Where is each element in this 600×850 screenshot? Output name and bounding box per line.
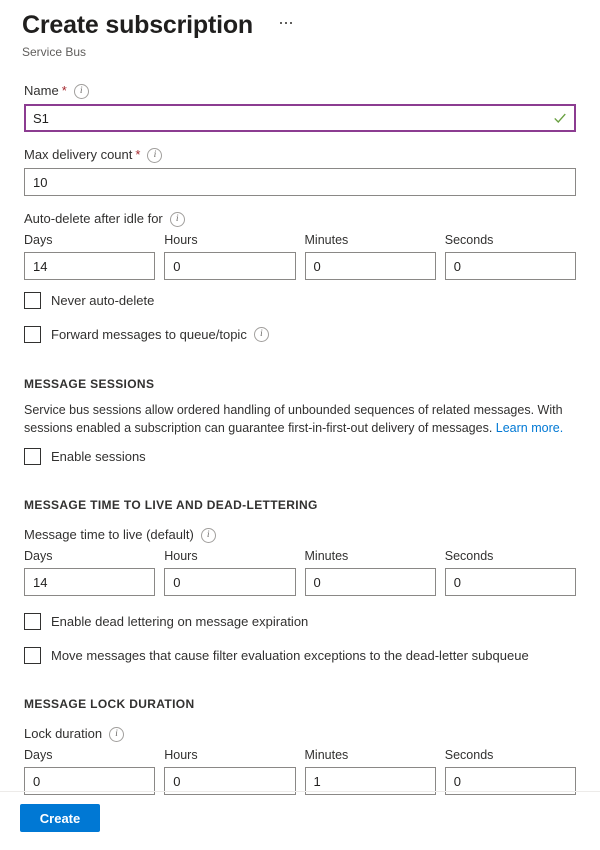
- required-marker: *: [62, 82, 67, 100]
- column-label-seconds: Seconds: [445, 232, 576, 249]
- enable-sessions-checkbox[interactable]: [24, 448, 41, 465]
- lock-hours-col: Hours: [164, 747, 295, 795]
- column-label-hours: Hours: [164, 548, 295, 565]
- max-delivery-count-label-row: Max delivery count *: [24, 146, 576, 164]
- name-input[interactable]: [24, 104, 576, 132]
- ttl-days-col: Days: [24, 548, 155, 596]
- column-label-hours: Hours: [164, 747, 295, 764]
- ellipsis-dot: [280, 22, 282, 24]
- ttl-label: Message time to live (default): [24, 526, 194, 544]
- lock-duration-label-row: Lock duration: [24, 725, 576, 743]
- lock-seconds-col: Seconds: [445, 747, 576, 795]
- filter-exceptions-row[interactable]: Move messages that cause filter evaluati…: [24, 647, 576, 664]
- info-icon[interactable]: [109, 727, 124, 742]
- info-icon[interactable]: [254, 327, 269, 342]
- ellipsis-dot: [290, 22, 292, 24]
- auto-delete-group: Auto-delete after idle for Days Hours Mi…: [24, 210, 576, 280]
- learn-more-link[interactable]: Learn more.: [496, 421, 563, 435]
- filter-exceptions-label: Move messages that cause filter evaluati…: [51, 647, 529, 664]
- column-label-minutes: Minutes: [305, 548, 436, 565]
- max-delivery-count-group: Max delivery count *: [24, 146, 576, 196]
- create-button[interactable]: Create: [20, 804, 100, 832]
- auto-delete-minutes-input[interactable]: [305, 252, 436, 280]
- lock-duration-heading: MESSAGE LOCK DURATION: [24, 697, 576, 711]
- forward-messages-row[interactable]: Forward messages to queue/topic: [24, 326, 576, 343]
- auto-delete-seconds-col: Seconds: [445, 232, 576, 280]
- more-options-icon[interactable]: [275, 14, 297, 32]
- enable-sessions-label: Enable sessions: [51, 448, 146, 465]
- ellipsis-dot: [285, 22, 287, 24]
- column-label-days: Days: [24, 232, 155, 249]
- ttl-days-input[interactable]: [24, 568, 155, 596]
- message-sessions-heading: MESSAGE SESSIONS: [24, 377, 576, 391]
- message-sessions-section: MESSAGE SESSIONS Service bus sessions al…: [24, 377, 576, 465]
- auto-delete-time-grid: Days Hours Minutes Seconds: [24, 232, 576, 280]
- auto-delete-hours-col: Hours: [164, 232, 295, 280]
- auto-delete-hours-input[interactable]: [164, 252, 295, 280]
- auto-delete-label-row: Auto-delete after idle for: [24, 210, 576, 228]
- never-auto-delete-label: Never auto-delete: [51, 292, 154, 309]
- ttl-dead-lettering-section: MESSAGE TIME TO LIVE AND DEAD-LETTERING …: [24, 498, 576, 664]
- info-icon[interactable]: [201, 528, 216, 543]
- ttl-heading: MESSAGE TIME TO LIVE AND DEAD-LETTERING: [24, 498, 576, 512]
- filter-exceptions-checkbox[interactable]: [24, 647, 41, 664]
- required-marker: *: [135, 146, 140, 164]
- ttl-seconds-input[interactable]: [445, 568, 576, 596]
- page-title: Create subscription: [22, 10, 253, 40]
- name-input-wrap: [24, 104, 576, 132]
- name-label-row: Name *: [24, 82, 576, 100]
- lock-duration-group: Lock duration Days Hours Minutes: [24, 725, 576, 795]
- ttl-hours-input[interactable]: [164, 568, 295, 596]
- page-subtitle: Service Bus: [22, 44, 600, 60]
- dead-lettering-expiration-checkbox[interactable]: [24, 613, 41, 630]
- info-icon[interactable]: [170, 212, 185, 227]
- name-label: Name: [24, 82, 59, 100]
- max-delivery-count-label: Max delivery count: [24, 146, 132, 164]
- valid-check-icon: [553, 111, 567, 125]
- never-auto-delete-checkbox[interactable]: [24, 292, 41, 309]
- dead-lettering-expiration-row[interactable]: Enable dead lettering on message expirat…: [24, 613, 576, 630]
- message-lock-duration-section: MESSAGE LOCK DURATION Lock duration Days…: [24, 697, 576, 795]
- blade-header: Create subscription Service Bus: [0, 0, 600, 60]
- column-label-days: Days: [24, 548, 155, 565]
- column-label-seconds: Seconds: [445, 747, 576, 764]
- ttl-time-grid: Days Hours Minutes Seconds: [24, 548, 576, 596]
- auto-delete-label: Auto-delete after idle for: [24, 210, 163, 228]
- lock-days-col: Days: [24, 747, 155, 795]
- forward-messages-label: Forward messages to queue/topic: [51, 326, 247, 343]
- auto-delete-minutes-col: Minutes: [305, 232, 436, 280]
- column-label-seconds: Seconds: [445, 548, 576, 565]
- info-icon[interactable]: [74, 84, 89, 99]
- dead-lettering-expiration-label: Enable dead lettering on message expirat…: [51, 613, 308, 630]
- ttl-group: Message time to live (default) Days Hour…: [24, 526, 576, 596]
- ttl-minutes-input[interactable]: [305, 568, 436, 596]
- create-subscription-blade: Create subscription Service Bus Name *: [0, 0, 600, 850]
- message-sessions-description-text: Service bus sessions allow ordered handl…: [24, 403, 563, 435]
- auto-delete-days-input[interactable]: [24, 252, 155, 280]
- never-auto-delete-row[interactable]: Never auto-delete: [24, 292, 576, 309]
- max-delivery-count-input[interactable]: [24, 168, 576, 196]
- name-field-group: Name *: [24, 82, 576, 132]
- ttl-seconds-col: Seconds: [445, 548, 576, 596]
- info-icon[interactable]: [147, 148, 162, 163]
- lock-minutes-col: Minutes: [305, 747, 436, 795]
- ttl-label-row: Message time to live (default): [24, 526, 576, 544]
- lock-duration-time-grid: Days Hours Minutes Seconds: [24, 747, 576, 795]
- blade-footer: Create: [0, 791, 600, 850]
- auto-delete-seconds-input[interactable]: [445, 252, 576, 280]
- lock-duration-label: Lock duration: [24, 725, 102, 743]
- ttl-minutes-col: Minutes: [305, 548, 436, 596]
- auto-delete-days-col: Days: [24, 232, 155, 280]
- column-label-minutes: Minutes: [305, 232, 436, 249]
- message-sessions-description: Service bus sessions allow ordered handl…: [24, 401, 576, 437]
- forward-messages-checkbox[interactable]: [24, 326, 41, 343]
- column-label-minutes: Minutes: [305, 747, 436, 764]
- column-label-hours: Hours: [164, 232, 295, 249]
- column-label-days: Days: [24, 747, 155, 764]
- subscription-form: Name * Max delivery count * Aut: [0, 82, 600, 795]
- enable-sessions-row[interactable]: Enable sessions: [24, 448, 576, 465]
- ttl-hours-col: Hours: [164, 548, 295, 596]
